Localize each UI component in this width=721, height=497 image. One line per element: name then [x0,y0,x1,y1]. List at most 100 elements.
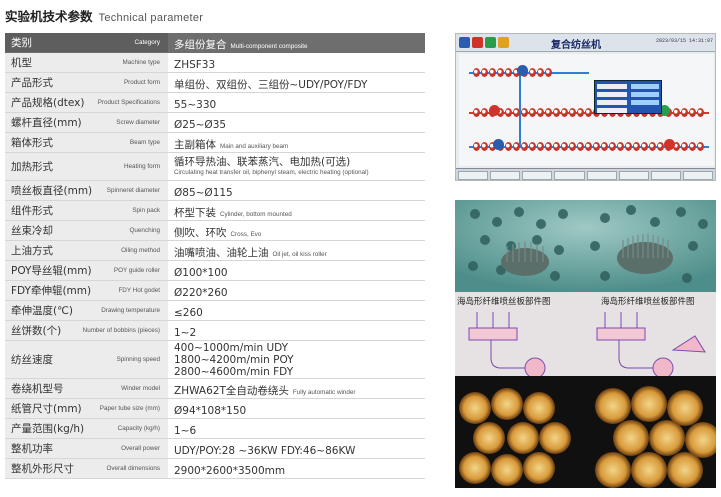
spec-label-en: Screw diameter [116,119,160,126]
hmi-title-bar: 复合纺丝机 2023/03/15 14:31:07 [456,34,715,52]
spec-label-cell: 纺丝速度 Spinning speed [5,340,168,379]
spec-label: 加热形式 Heating form [11,159,160,174]
spec-row: 机型 Machine type ZHSF33 [5,52,425,73]
spec-label-en: POY guide roller [113,267,160,274]
hmi-nav-button[interactable] [586,171,617,180]
hmi-nav-button[interactable] [682,171,713,180]
hmi-nav-button[interactable] [618,171,649,180]
spec-label-en: Spin pack [132,207,160,214]
spec-row: 组件形式 Spin pack 杯型下装 Cylinder, bottom mounte… [5,200,425,221]
spec-row: 产量范围(kg/h) Capacity (kg/h) 1~6 [5,418,425,439]
spec-label-zh: 卷绕机型号 [11,383,64,395]
spec-row: 纸管尺寸(mm) Paper tube size (mm) Ø94*108*150 [5,398,425,419]
spec-value: ZHSF33 [174,59,216,71]
spec-label: 产品形式 Product form [11,75,160,90]
spec-value: 2900*2600*3500mm [174,465,286,477]
spec-value: Ø220*260 [174,287,228,299]
spec-label-zh: 螺杆直径(mm) [11,117,82,129]
spec-value-cell: 单组份、双组份、三组份~UDY/POY/FDY [168,72,425,93]
hmi-parameter-panel [594,80,662,114]
hmi-nav-button[interactable] [458,171,489,180]
hmi-station-marker [489,105,500,116]
spec-label-cell: 类别 Category [5,33,168,53]
spec-value-line: 1800~4200m/min POY [174,353,294,366]
spec-value: 多组份复合 [174,39,227,51]
spec-value-line: 400~1000m/min UDY [174,341,289,354]
spec-value: Ø85~Ø115 [174,187,233,199]
spec-row: 箱体形式 Beam type 主副箱体 Main and auxiliary beam [5,132,425,153]
spec-row: 喷丝板直径(mm) Spinneret diameter Ø85~Ø115 [5,180,425,201]
spec-value-cell: 400~1000m/min UDY 1800~4200m/min POY 2800~… [168,340,425,379]
spec-label-en: Product form [123,79,160,86]
spec-label-cell: 牵伸温度(℃) Drawing temperature [5,300,168,321]
spec-label-zh: 机型 [11,57,32,69]
spec-value: 1~2 [174,327,197,339]
spec-value: Ø94*108*150 [174,405,247,417]
spec-label: 产量范围(kg/h) Capacity (kg/h) [11,421,160,436]
spec-value-line: 循环导热油、联苯蒸汽、电加热(可选) [174,156,351,168]
spec-label-en: Beam type [129,139,160,146]
spec-label-cell: 整机外形尺寸 Overall dimensions [5,458,168,479]
spec-label: 丝束冷却 Quenching [11,223,160,238]
spec-row: 整机功率 Overall power UDY/POY:28 ~36KW FDY:46… [5,438,425,459]
spec-row: 上油方式 Oiling method 油嘴喷油、油轮上油 Oil jet, oil k… [5,240,425,261]
hmi-station-marker [517,65,528,76]
spec-label: 组件形式 Spin pack [11,203,160,218]
hmi-nav-button[interactable] [554,171,585,180]
spec-label-zh: 喷丝板直径(mm) [11,185,93,197]
spec-value-cell: Ø94*108*150 [168,398,425,419]
spec-label-cell: 机型 Machine type [5,52,168,73]
hmi-nav-bar [456,168,715,180]
spec-label: 螺杆直径(mm) Screw diameter [11,115,160,130]
spec-value-cell: 循环导热油、联苯蒸汽、电加热(可选) Circulating heat trans… [168,152,425,181]
spec-value: ≤260 [174,307,203,319]
spec-label: 整机外形尺寸 Overall dimensions [11,461,160,476]
spec-row: 丝束冷却 Quenching 侧吹、环吹 Cross, Evo [5,220,425,241]
spec-label-cell: 丝束冷却 Quenching [5,220,168,241]
spec-label-en: Heating form [123,163,160,170]
hmi-nav-button[interactable] [522,171,553,180]
header-title-en: Technical parameter [98,12,204,24]
spec-value: Ø25~Ø35 [174,119,227,131]
hmi-nav-button[interactable] [490,171,521,180]
hmi-roller-row [473,68,552,77]
spec-row: 产品形式 Product form 单组份、双组份、三组份~UDY/POY/FDY [5,72,425,93]
hmi-nav-button[interactable] [650,171,681,180]
spec-label-cell: 卷绕机型号 Winder model [5,378,168,399]
spec-label-zh: 丝饼数(个) [11,325,62,337]
spec-label: 产品规格(dtex) Product Specifications [11,95,160,110]
spec-label-en: Overall power [121,445,160,452]
spinneret-photo: 海岛形纤维喷丝板部件图 海岛形纤维喷丝板部件图 [455,200,716,488]
spec-label-cell: 螺杆直径(mm) Screw diameter [5,112,168,133]
spec-value-cell: 多组份复合 Multi-component composite [168,33,425,53]
spec-label-en: Number of bobbins (pieces) [82,327,160,334]
spec-label: 丝饼数(个) Number of bobbins (pieces) [11,323,160,338]
spec-label: 卷绕机型号 Winder model [11,381,160,396]
spec-value-cell: Ø85~Ø115 [168,180,425,201]
spec-label-cell: 箱体形式 Beam type [5,132,168,153]
spec-table: 类别 Category 多组份复合 Multi-component composite… [5,33,425,479]
spec-label-zh: 丝束冷却 [11,225,53,237]
hmi-station-marker [493,139,504,150]
spec-label-en: Quenching [129,227,160,234]
spec-label-cell: FDY牵伸辊(mm) FDY Hot godet [5,280,168,301]
spec-label-cell: POY导丝辊(mm) POY guide roller [5,260,168,281]
spec-label: 上油方式 Oiling method [11,243,160,258]
hmi-process-diagram [459,54,714,166]
spec-value: 杯型下装 [174,207,216,219]
spec-label-cell: 纸管尺寸(mm) Paper tube size (mm) [5,398,168,419]
spec-label-zh: 类别 [11,37,32,49]
spec-table-header-row: 类别 Category 多组份复合 Multi-component composite [5,33,425,53]
spec-label-en: Drawing temperature [101,307,160,314]
hmi-logo-icon [459,37,470,48]
spec-label-en: Category [134,39,160,46]
spec-row: 牵伸温度(℃) Drawing temperature ≤260 [5,300,425,321]
spec-label: 机型 Machine type [11,55,160,70]
diagram-caption-left: 海岛形纤维喷丝板部件图 [457,296,551,307]
spec-label-zh: 上油方式 [11,245,53,257]
hmi-run-icon [485,37,496,48]
spec-row: 纺丝速度 Spinning speed 400~1000m/min UDY 1800~… [5,340,425,379]
spec-value-cell: 油嘴喷油、油轮上油 Oil jet, oil kiss roller [168,240,425,261]
page-header: 实验机技术参数 Technical parameter [5,6,203,24]
spec-label-zh: 纸管尺寸(mm) [11,403,82,415]
